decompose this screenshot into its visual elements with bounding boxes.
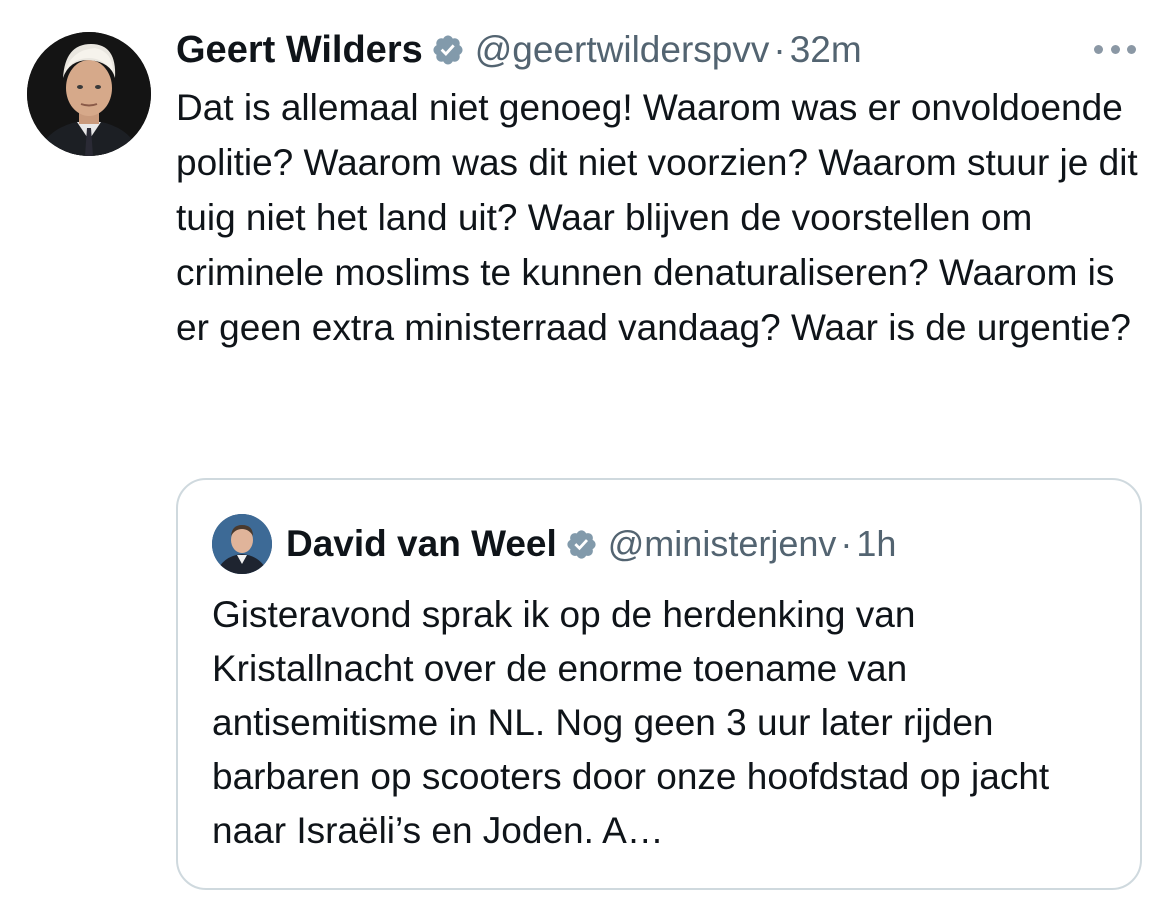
verified-badge-icon — [431, 33, 465, 67]
quoted-tweet-text: Gisteravond sprak ik op de herdenking va… — [212, 594, 1050, 851]
author-name[interactable]: Geert Wilders — [176, 29, 423, 72]
author-avatar-image — [27, 32, 151, 156]
verified-badge-icon — [565, 528, 598, 561]
tweet[interactable]: Geert Wilders @geertwilderspvv · 32m Dat… — [0, 0, 1170, 903]
separator-dot: · — [773, 29, 786, 70]
tweet-text: Dat is allemaal niet genoeg! Waarom was … — [176, 87, 1138, 348]
author-handle[interactable]: @geertwilderspvv — [475, 29, 770, 71]
quoted-tweet[interactable]: David van Weel @ministerjenv · 1h Gister… — [176, 478, 1142, 890]
quoted-author-handle[interactable]: @ministerjenv — [608, 523, 837, 565]
quoted-author-avatar[interactable] — [212, 514, 272, 574]
quoted-author-avatar-image — [212, 514, 272, 574]
tweet-timestamp[interactable]: 32m — [790, 29, 862, 71]
author-avatar[interactable] — [27, 32, 151, 156]
quoted-tweet-timestamp[interactable]: 1h — [856, 523, 896, 565]
tweet-header: Geert Wilders @geertwilderspvv · 32m — [176, 24, 1136, 76]
more-options-icon[interactable] — [1094, 34, 1136, 64]
separator-dot: · — [840, 523, 853, 564]
quoted-tweet-header: David van Weel @ministerjenv · 1h — [286, 518, 896, 570]
quoted-author-name[interactable]: David van Weel — [286, 523, 557, 565]
